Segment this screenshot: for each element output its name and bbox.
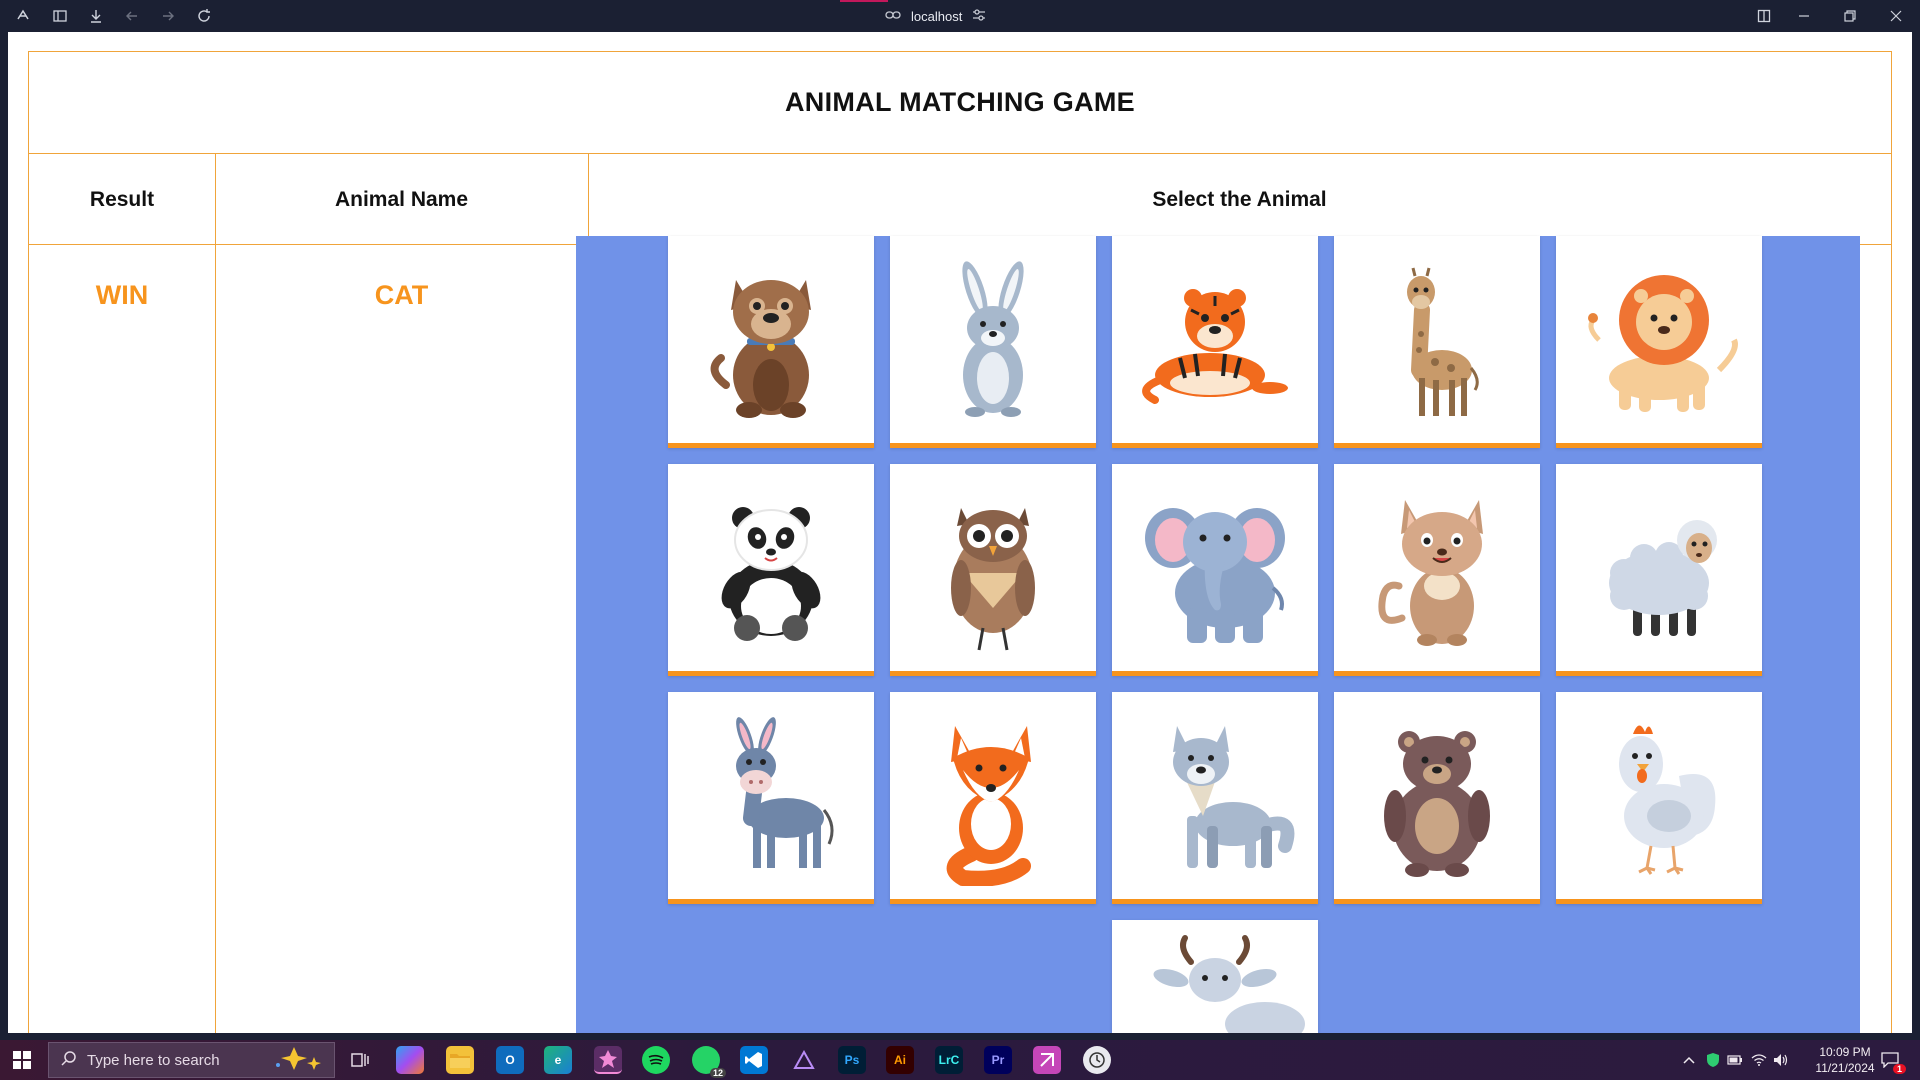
animal-card-donkey[interactable] <box>668 692 874 904</box>
animal-board <box>576 236 1860 1033</box>
search-placeholder: Type here to search <box>87 1051 220 1069</box>
animal-card-cat[interactable] <box>1334 464 1540 676</box>
tray-chevron-icon[interactable] <box>1681 1046 1697 1074</box>
browser-titlebar: localhost <box>0 0 1920 32</box>
result-value: WIN <box>95 280 149 310</box>
wifi-icon[interactable] <box>1750 1046 1768 1074</box>
elephant-icon <box>1145 507 1285 643</box>
rabbit-icon <box>962 260 1024 417</box>
volume-icon[interactable] <box>1772 1046 1790 1074</box>
search-icon <box>61 1050 77 1070</box>
outlook-icon[interactable]: O <box>496 1046 524 1074</box>
whatsapp-badge: 12 <box>709 1068 726 1078</box>
animal-card-rabbit[interactable] <box>890 236 1096 448</box>
chicken-icon <box>1619 724 1716 875</box>
link-icon <box>885 9 901 24</box>
giraffe-icon <box>1407 267 1479 416</box>
edge-icon[interactable]: e <box>544 1046 572 1074</box>
tiger-icon <box>1142 288 1288 404</box>
notification-center-icon[interactable]: 1 <box>1878 1046 1906 1074</box>
copilot-sparkle-icon <box>272 1045 324 1075</box>
taskbar-search-box[interactable]: Type here to search <box>48 1042 335 1078</box>
address-bar[interactable]: localhost <box>885 6 986 26</box>
header-row: Result Animal Name Select the Animal <box>29 154 1891 245</box>
workspaces-icon[interactable] <box>13 6 33 26</box>
site-settings-icon[interactable] <box>972 8 986 25</box>
photoshop-icon[interactable]: Ps <box>838 1046 866 1074</box>
animal-name-value: CAT <box>374 280 429 310</box>
animal-card-dog[interactable] <box>668 236 874 448</box>
animal-card-sheep[interactable] <box>1556 464 1762 676</box>
back-icon[interactable] <box>122 6 142 26</box>
illustrator-icon[interactable]: Ai <box>886 1046 914 1074</box>
lion-icon <box>1588 274 1738 412</box>
owl-icon <box>951 507 1035 650</box>
animal-card-lion[interactable] <box>1556 236 1762 448</box>
clock-app-icon[interactable] <box>1083 1046 1111 1074</box>
select-animal-header: Select the Animal <box>1152 187 1327 211</box>
address-text: localhost <box>911 8 963 24</box>
page-title: ANIMAL MATCHING GAME <box>785 87 1135 117</box>
spotify-icon[interactable] <box>642 1046 670 1074</box>
minimize-icon[interactable] <box>1794 6 1814 26</box>
active-tab-indicator <box>840 0 888 2</box>
forward-icon[interactable] <box>158 6 178 26</box>
whatsapp-icon[interactable]: 12 <box>692 1046 726 1078</box>
animal-card-fox[interactable] <box>890 692 1096 904</box>
copilot-app-icon[interactable] <box>396 1046 424 1074</box>
animal-name-header: Animal Name <box>334 187 469 211</box>
proton-vpn-icon[interactable] <box>790 1046 818 1074</box>
dog-icon <box>710 279 811 418</box>
bear-icon <box>1384 730 1490 877</box>
animal-card-chicken[interactable] <box>1556 692 1762 904</box>
result-header: Result <box>89 187 155 211</box>
donkey-icon <box>736 716 834 868</box>
animal-card-owl[interactable] <box>890 464 1096 676</box>
fox-icon <box>946 725 1031 886</box>
sheep-icon <box>1609 519 1717 636</box>
animal-card-goat[interactable] <box>1112 920 1318 1033</box>
animal-card-bear[interactable] <box>1334 692 1540 904</box>
premiere-icon[interactable]: Pr <box>984 1046 1012 1074</box>
animal-card-giraffe[interactable] <box>1334 236 1540 448</box>
cat-icon <box>1378 499 1483 646</box>
wolf-icon <box>1173 725 1295 868</box>
sidebar-toggle-icon[interactable] <box>50 6 70 26</box>
battery-icon[interactable] <box>1726 1046 1744 1074</box>
animal-card-tiger[interactable] <box>1112 236 1318 448</box>
file-explorer-icon[interactable] <box>446 1046 474 1074</box>
animal-card-panda[interactable] <box>668 464 874 676</box>
split-view-icon[interactable] <box>1754 6 1774 26</box>
windows-start-icon[interactable] <box>12 1050 32 1070</box>
vscode-icon[interactable] <box>740 1046 768 1074</box>
defender-icon[interactable] <box>1704 1046 1722 1074</box>
browser-app-icon[interactable] <box>594 1046 622 1074</box>
goat-icon <box>1153 934 1305 1033</box>
title-row: ANIMAL MATCHING GAME <box>29 52 1891 154</box>
reload-icon[interactable] <box>194 6 214 26</box>
page-viewport: ANIMAL MATCHING GAME Result Animal Name … <box>8 32 1912 1033</box>
restore-icon[interactable] <box>1840 6 1860 26</box>
close-icon[interactable] <box>1886 6 1906 26</box>
animal-card-elephant[interactable] <box>1112 464 1318 676</box>
animal-card-wolf[interactable] <box>1112 692 1318 904</box>
notification-badge: 1 <box>1892 1064 1906 1074</box>
task-view-icon[interactable] <box>346 1046 374 1074</box>
lightroom-classic-icon[interactable]: LrC <box>935 1046 963 1074</box>
app-launcher-icon[interactable] <box>1033 1046 1061 1074</box>
taskbar: Type here to search O e 12 Ps Ai LrC Pr <box>0 1040 1920 1080</box>
panda-icon <box>721 506 821 641</box>
download-icon[interactable] <box>86 6 106 26</box>
